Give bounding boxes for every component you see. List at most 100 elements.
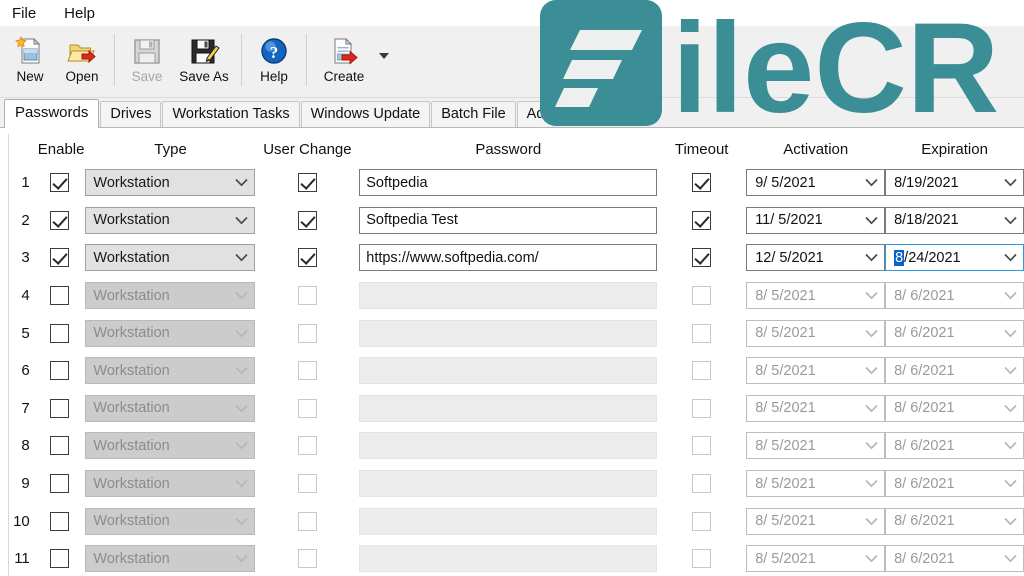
tab-workstation-tasks[interactable]: Workstation Tasks — [162, 101, 300, 127]
timeout-checkbox[interactable] — [692, 173, 712, 193]
chevron-down-icon[interactable] — [228, 554, 254, 563]
expiration-date-picker[interactable]: 8/18/2021 — [885, 206, 1024, 234]
chevron-down-icon[interactable] — [228, 216, 254, 225]
chevron-down-icon[interactable] — [228, 404, 254, 413]
user-change-checkbox[interactable] — [297, 511, 317, 531]
open-button[interactable]: Open — [56, 30, 108, 84]
expiration-date-picker[interactable]: 8/ 6/2021 — [885, 394, 1024, 422]
user-change-checkbox[interactable] — [297, 361, 317, 381]
type-dropdown[interactable]: Workstation — [85, 432, 256, 460]
activation-date-picker[interactable]: 8/ 5/2021 — [746, 357, 886, 385]
expiration-date-picker[interactable]: 8/24/2021 — [885, 244, 1024, 272]
password-input[interactable] — [359, 507, 657, 535]
expiration-date-picker[interactable]: 8/ 6/2021 — [885, 319, 1024, 347]
enable-checkbox[interactable] — [50, 248, 70, 268]
timeout-checkbox[interactable] — [692, 511, 712, 531]
save-as-button[interactable]: Save As — [173, 30, 235, 84]
activation-date-picker[interactable]: 8/ 5/2021 — [746, 432, 886, 460]
expiration-date-picker[interactable]: 8/ 6/2021 — [885, 432, 1024, 460]
user-change-checkbox[interactable] — [297, 210, 317, 230]
type-dropdown[interactable]: Workstation — [85, 507, 256, 535]
password-input[interactable]: Softpedia — [359, 169, 657, 197]
chevron-down-icon[interactable] — [997, 253, 1023, 262]
chevron-down-icon[interactable] — [997, 404, 1023, 413]
chevron-down-icon[interactable] — [997, 554, 1023, 563]
timeout-checkbox[interactable] — [692, 361, 712, 381]
expiration-date-picker[interactable]: 8/ 6/2021 — [885, 507, 1024, 535]
chevron-down-icon[interactable] — [858, 253, 884, 262]
menu-item-file[interactable]: File — [8, 3, 48, 24]
tab-batch-file[interactable]: Batch File — [431, 101, 516, 127]
timeout-checkbox[interactable] — [692, 474, 712, 494]
chevron-down-icon[interactable] — [858, 291, 884, 300]
type-dropdown[interactable]: Workstation — [85, 394, 256, 422]
expiration-date-picker[interactable]: 8/ 6/2021 — [885, 470, 1024, 498]
type-dropdown[interactable]: Workstation — [85, 545, 256, 573]
chevron-down-icon[interactable] — [997, 441, 1023, 450]
chevron-down-icon[interactable] — [997, 178, 1023, 187]
activation-date-picker[interactable]: 12/ 5/2021 — [746, 244, 886, 272]
enable-checkbox[interactable] — [50, 549, 70, 569]
tab-additional[interactable]: Ad — [516, 101, 555, 127]
chevron-down-icon[interactable] — [228, 517, 254, 526]
enable-checkbox[interactable] — [50, 436, 70, 456]
create-dropdown-button[interactable] — [375, 30, 393, 82]
enable-checkbox[interactable] — [50, 210, 70, 230]
password-input[interactable] — [359, 470, 657, 498]
type-dropdown[interactable]: Workstation — [85, 169, 256, 197]
user-change-checkbox[interactable] — [297, 436, 317, 456]
activation-date-picker[interactable]: 8/ 5/2021 — [746, 507, 886, 535]
chevron-down-icon[interactable] — [858, 441, 884, 450]
type-dropdown[interactable]: Workstation — [85, 282, 256, 310]
password-input[interactable]: https://www.softpedia.com/ — [359, 244, 657, 272]
password-input[interactable] — [359, 432, 657, 460]
enable-checkbox[interactable] — [50, 474, 70, 494]
type-dropdown[interactable]: Workstation — [85, 470, 256, 498]
password-input[interactable] — [359, 357, 657, 385]
user-change-checkbox[interactable] — [297, 173, 317, 193]
chevron-down-icon[interactable] — [858, 517, 884, 526]
timeout-checkbox[interactable] — [692, 436, 712, 456]
password-input[interactable] — [359, 545, 657, 573]
password-input[interactable] — [359, 319, 657, 347]
chevron-down-icon[interactable] — [858, 329, 884, 338]
chevron-down-icon[interactable] — [858, 479, 884, 488]
timeout-checkbox[interactable] — [692, 398, 712, 418]
type-dropdown[interactable]: Workstation — [85, 357, 256, 385]
activation-date-picker[interactable]: 8/ 5/2021 — [746, 319, 886, 347]
chevron-down-icon[interactable] — [997, 479, 1023, 488]
tab-windows-update[interactable]: Windows Update — [300, 101, 431, 127]
expiration-date-picker[interactable]: 8/ 6/2021 — [885, 357, 1024, 385]
chevron-down-icon[interactable] — [997, 291, 1023, 300]
chevron-down-icon[interactable] — [228, 178, 254, 187]
expiration-date-picker[interactable]: 8/19/2021 — [885, 169, 1024, 197]
chevron-down-icon[interactable] — [997, 329, 1023, 338]
user-change-checkbox[interactable] — [297, 398, 317, 418]
menu-item-help[interactable]: Help — [60, 3, 107, 24]
password-input[interactable] — [359, 394, 657, 422]
activation-date-picker[interactable]: 11/ 5/2021 — [746, 206, 886, 234]
type-dropdown[interactable]: Workstation — [85, 206, 256, 234]
password-input[interactable] — [359, 282, 657, 310]
enable-checkbox[interactable] — [50, 361, 70, 381]
chevron-down-icon[interactable] — [228, 253, 254, 262]
chevron-down-icon[interactable] — [228, 479, 254, 488]
activation-date-picker[interactable]: 9/ 5/2021 — [746, 169, 886, 197]
chevron-down-icon[interactable] — [228, 291, 254, 300]
activation-date-picker[interactable]: 8/ 5/2021 — [746, 282, 886, 310]
enable-checkbox[interactable] — [50, 511, 70, 531]
expiration-date-picker[interactable]: 8/ 6/2021 — [885, 282, 1024, 310]
new-button[interactable]: New — [4, 30, 56, 84]
user-change-checkbox[interactable] — [297, 323, 317, 343]
chevron-down-icon[interactable] — [858, 554, 884, 563]
enable-checkbox[interactable] — [50, 286, 70, 306]
user-change-checkbox[interactable] — [297, 248, 317, 268]
chevron-down-icon[interactable] — [997, 216, 1023, 225]
timeout-checkbox[interactable] — [692, 210, 712, 230]
timeout-checkbox[interactable] — [692, 248, 712, 268]
help-button[interactable]: ? Help — [248, 30, 300, 84]
enable-checkbox[interactable] — [50, 398, 70, 418]
enable-checkbox[interactable] — [50, 323, 70, 343]
user-change-checkbox[interactable] — [297, 474, 317, 494]
create-button[interactable]: Create — [313, 30, 375, 84]
